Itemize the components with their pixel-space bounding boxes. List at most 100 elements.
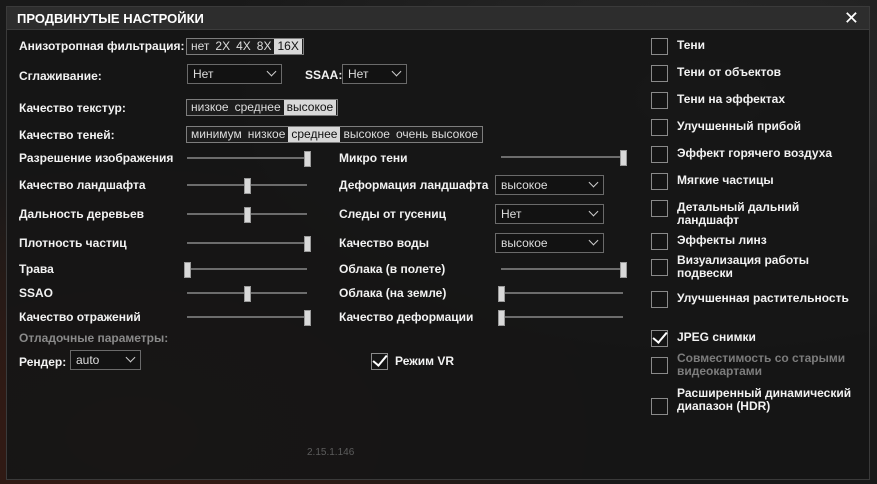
dialog-titlebar: ПРОДВИНУТЫЕ НАСТРОЙКИ ✕ (7, 7, 869, 30)
chevron-down-icon (588, 206, 599, 217)
option-checkbox-label: Тени на эффектах (677, 92, 785, 106)
option-checkbox[interactable] (651, 357, 668, 374)
micro-shadows-label: Микро тени (339, 151, 408, 165)
option-checkbox-label: Совместимость со старыми видеокартами (677, 351, 846, 378)
terrain-deform-label: Деформация ландшафта (339, 178, 489, 192)
shadows-selector: минимум низкое среднее высокое очень высокое (186, 126, 484, 143)
left-slider-label: Разрешение изображения (19, 151, 174, 165)
terrain-deform-dropdown[interactable]: высокое (495, 175, 604, 195)
option-checkbox[interactable] (651, 328, 668, 347)
option-texture-2[interactable]: высокое (283, 100, 337, 115)
chevron-down-icon (391, 66, 402, 77)
renderer-label: Рендер: (19, 355, 67, 369)
option-checkbox[interactable] (651, 119, 668, 136)
ssaa-dropdown[interactable]: Нет (342, 64, 407, 84)
chevron-down-icon (588, 235, 599, 246)
left-slider[interactable] (187, 151, 311, 167)
water-label: Качество воды (339, 236, 430, 250)
micro-shadows-slider[interactable] (501, 150, 627, 166)
option-checkbox[interactable] (651, 200, 668, 217)
option-checkbox[interactable] (651, 233, 668, 250)
advanced-settings-dialog: ПРОДВИНУТЫЕ НАСТРОЙКИ ✕ Анизотропная фил… (6, 6, 870, 480)
option-aniso-2[interactable]: 4X (233, 39, 254, 54)
option-checkbox[interactable] (651, 38, 668, 55)
aa-label: Сглаживание: (19, 69, 102, 83)
slider-knob[interactable] (304, 310, 311, 326)
shadows-label: Качество теней: (19, 128, 115, 142)
vr-checkbox[interactable] (371, 351, 388, 370)
option-checkbox[interactable] (651, 173, 668, 190)
slider-knob[interactable] (620, 262, 627, 278)
checkmark-icon (652, 328, 668, 344)
left-slider[interactable] (184, 262, 307, 278)
option-checkbox[interactable] (651, 146, 668, 163)
option-checkbox-label: JPEG снимки (677, 330, 756, 344)
slider-knob[interactable] (244, 178, 251, 194)
option-shadows-2[interactable]: среднее (288, 127, 341, 142)
option-checkbox-label: Эффект горячего воздуха (677, 146, 833, 160)
option-aniso-4[interactable]: 16X (274, 39, 302, 54)
left-slider[interactable] (187, 286, 307, 302)
water-dropdown[interactable]: высокое (495, 233, 604, 253)
vr-label: Режим VR (395, 354, 454, 368)
option-shadows-4[interactable]: очень высокое (393, 127, 481, 142)
aa-dropdown[interactable]: Нет (187, 64, 282, 84)
slider-knob[interactable] (498, 310, 505, 326)
left-slider-label: Трава (19, 262, 54, 276)
slider-knob[interactable] (244, 286, 251, 302)
slider-knob[interactable] (184, 262, 191, 278)
ssaa-label: SSAA: (305, 68, 343, 82)
aa-value: Нет (193, 67, 214, 81)
left-slider[interactable] (187, 310, 311, 326)
clouds-flight-label: Облака (в полете) (339, 262, 446, 276)
option-checkbox-label: Улучшенный прибой (677, 119, 802, 133)
renderer-dropdown[interactable]: auto (70, 350, 141, 370)
option-checkbox[interactable] (651, 291, 668, 308)
close-icon[interactable]: ✕ (844, 8, 859, 29)
slider-knob[interactable] (304, 236, 311, 252)
left-slider-label: Качество отражений (19, 310, 141, 324)
option-checkbox[interactable] (651, 398, 668, 415)
option-checkbox-label: Улучшенная растительность (677, 291, 849, 305)
option-checkbox[interactable] (651, 259, 668, 276)
option-shadows-0[interactable]: минимум (188, 127, 245, 142)
aniso-label: Анизотропная фильтрация: (19, 39, 185, 53)
left-slider[interactable] (187, 207, 307, 223)
chevron-down-icon (266, 66, 277, 77)
option-aniso-0[interactable]: нет (188, 39, 212, 54)
ssaa-value: Нет (348, 67, 369, 81)
option-checkbox[interactable] (651, 92, 668, 109)
option-checkbox-label: Детальный дальний ландшафт (677, 200, 800, 227)
option-aniso-1[interactable]: 2X (212, 39, 233, 54)
chevron-down-icon (125, 352, 136, 363)
slider-knob[interactable] (244, 207, 251, 223)
chevron-down-icon (588, 177, 599, 188)
left-slider-label: Дальность деревьев (19, 207, 145, 221)
left-slider-label: SSAO (19, 286, 54, 300)
option-shadows-1[interactable]: низкое (245, 127, 289, 142)
deform-quality-slider[interactable] (498, 310, 623, 326)
left-slider[interactable] (187, 236, 311, 252)
option-checkbox-label: Визуализация работы подвески (677, 253, 810, 280)
left-slider-label: Качество ландшафта (19, 178, 146, 192)
texture-label: Качество текстур: (19, 101, 126, 115)
tracks-dropdown[interactable]: Нет (495, 204, 604, 224)
renderer-value: auto (76, 353, 100, 367)
version-label: 2.15.1.146 (307, 447, 355, 458)
option-checkbox-label: Мягкие частицы (677, 173, 774, 187)
option-shadows-3[interactable]: высокое (340, 127, 393, 142)
option-checkbox-label: Тени (677, 38, 706, 52)
slider-knob[interactable] (304, 151, 311, 167)
option-texture-0[interactable]: низкое (188, 100, 232, 115)
clouds-ground-slider[interactable] (498, 286, 623, 302)
tracks-value: Нет (501, 207, 522, 221)
option-aniso-3[interactable]: 8X (254, 39, 275, 54)
option-checkbox[interactable] (651, 65, 668, 82)
left-slider[interactable] (187, 178, 307, 194)
texture-selector: низкое среднее высокое (186, 99, 339, 116)
clouds-flight-slider[interactable] (501, 262, 627, 278)
deform-quality-label: Качество деформации (339, 310, 474, 324)
option-texture-1[interactable]: среднее (232, 100, 284, 115)
slider-knob[interactable] (498, 286, 505, 302)
slider-knob[interactable] (620, 150, 627, 166)
